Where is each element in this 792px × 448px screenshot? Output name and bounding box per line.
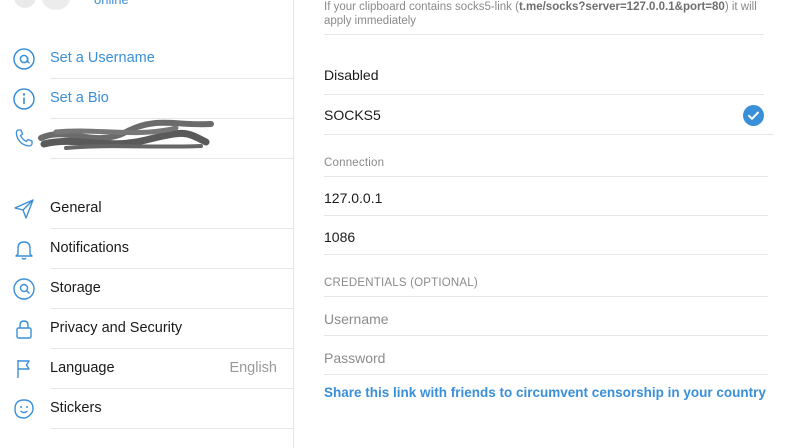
privacy-security-label: Privacy and Security	[50, 320, 183, 336]
hint-prefix: If your clipboard contains socks5-link (	[324, 1, 519, 13]
set-bio-item[interactable]: Set a Bio	[0, 79, 293, 119]
at-icon	[13, 48, 35, 70]
server-field[interactable]: 127.0.0.1	[324, 190, 382, 206]
general-item[interactable]: General	[0, 189, 293, 229]
sticker-icon	[14, 399, 34, 419]
port-field[interactable]: 1086	[324, 229, 355, 245]
avatar[interactable]	[14, 0, 36, 8]
separator	[324, 134, 774, 135]
lock-icon	[16, 320, 32, 339]
separator	[324, 335, 768, 336]
separator	[324, 176, 768, 177]
username-field[interactable]: Username	[324, 311, 389, 327]
separator	[324, 374, 768, 375]
separator	[50, 428, 293, 429]
storage-icon	[13, 278, 35, 300]
stickers-label: Stickers	[50, 400, 102, 416]
avatar-secondary	[42, 0, 70, 10]
set-bio-label: Set a Bio	[50, 90, 109, 106]
proxy-settings-panel: If your clipboard contains socks5-link (…	[294, 0, 792, 448]
set-username-label: Set a Username	[50, 50, 155, 66]
stickers-item[interactable]: Stickers	[0, 389, 293, 429]
bell-icon	[15, 241, 33, 260]
privacy-security-item[interactable]: Privacy and Security	[0, 309, 293, 349]
proxy-option-socks5[interactable]: SOCKS5	[324, 107, 381, 123]
general-label: General	[50, 200, 102, 216]
clipboard-hint: If your clipboard contains socks5-link (…	[324, 0, 764, 28]
settings-sidebar: online Set a Username Set a Bio	[0, 0, 293, 448]
phone-icon	[15, 129, 33, 147]
language-item[interactable]: Language English	[0, 349, 293, 389]
separator	[324, 296, 768, 297]
separator	[324, 254, 768, 255]
separator	[50, 158, 293, 159]
storage-label: Storage	[50, 280, 101, 296]
separator	[324, 34, 764, 35]
paper-plane-icon	[14, 199, 34, 219]
set-username-item[interactable]: Set a Username	[0, 39, 293, 79]
separator	[324, 215, 768, 216]
notifications-label: Notifications	[50, 240, 129, 256]
separator	[324, 94, 764, 95]
connection-header: Connection	[324, 157, 385, 169]
language-value: English	[229, 360, 277, 376]
notifications-item[interactable]: Notifications	[0, 229, 293, 269]
proxy-option-disabled[interactable]: Disabled	[324, 67, 378, 83]
hint-link: t.me/socks?server=127.0.0.1&port=80	[518, 1, 725, 13]
share-link[interactable]: Share this link with friends to circumve…	[324, 385, 766, 400]
redaction-scribble	[38, 119, 214, 150]
flag-icon	[17, 360, 30, 378]
credentials-header: CREDENTIALS (OPTIONAL)	[324, 277, 478, 289]
online-status: online	[94, 0, 129, 7]
checkmark-icon	[743, 105, 764, 126]
storage-item[interactable]: Storage	[0, 269, 293, 309]
password-field[interactable]: Password	[324, 350, 385, 366]
info-icon	[13, 88, 35, 110]
language-label: Language	[50, 360, 115, 376]
